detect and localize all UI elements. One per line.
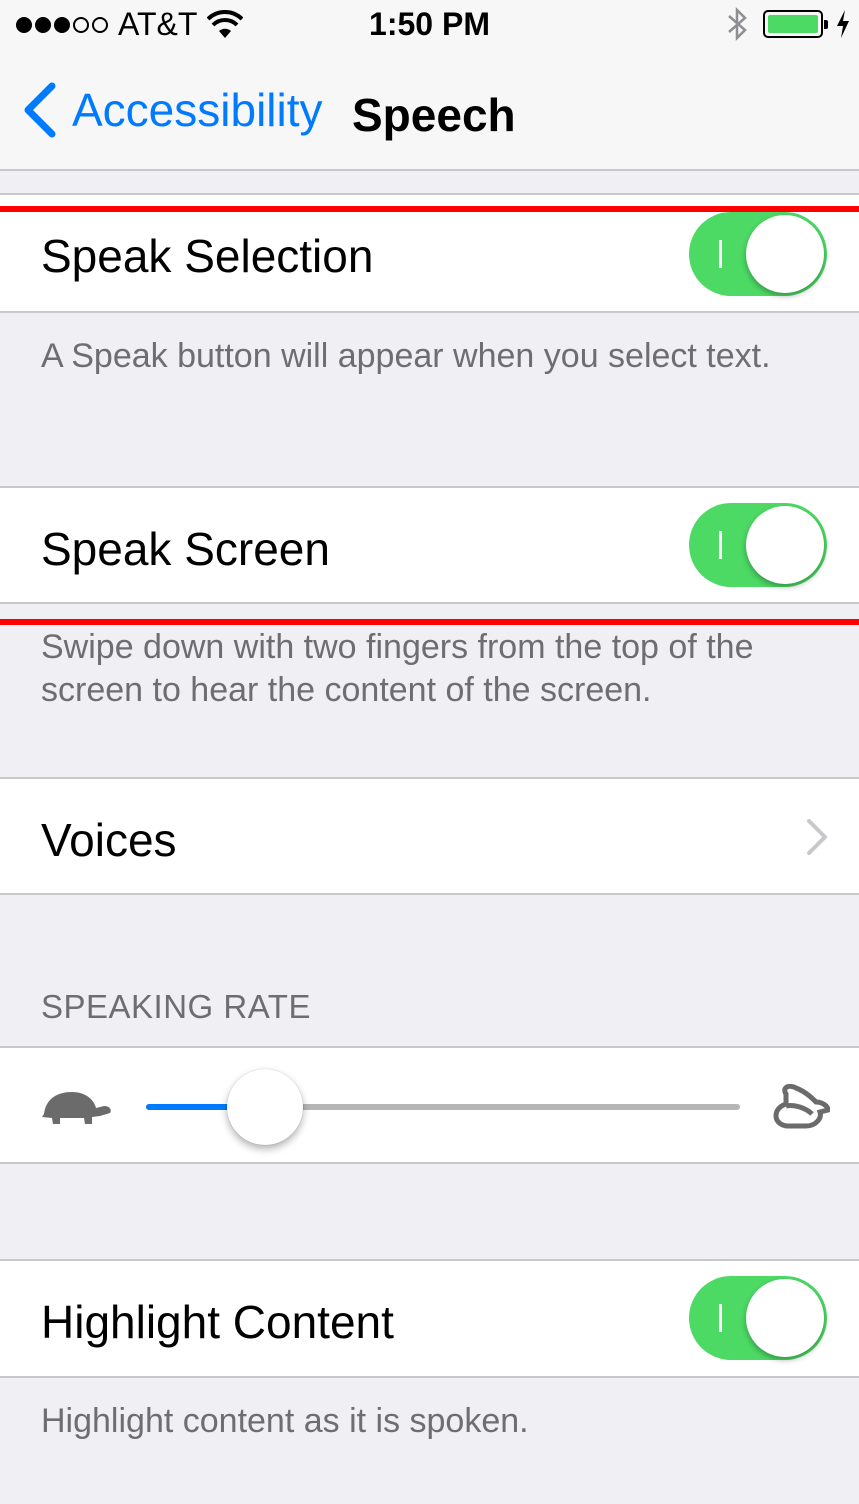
- highlight-content-footer: Highlight content as it is spoken.: [41, 1402, 529, 1440]
- bluetooth-icon: [728, 6, 747, 42]
- toggle-knob: [746, 506, 824, 584]
- speaking-rate-row: [0, 1046, 859, 1164]
- status-right: [725, 6, 851, 42]
- speak-screen-label: Speak Screen: [41, 523, 330, 575]
- status-bar: AT&T 1:50 PM: [0, 0, 859, 50]
- charging-bolt-icon: [837, 10, 849, 38]
- speaking-rate-slider[interactable]: [146, 1069, 740, 1145]
- battery-level: [768, 15, 818, 33]
- speak-selection-footer: A Speak button will appear when you sele…: [41, 337, 771, 375]
- chevron-left-icon: [24, 82, 56, 138]
- hare-icon: [773, 1084, 830, 1129]
- highlight-content-toggle[interactable]: [689, 1276, 827, 1360]
- toggle-knob: [746, 1279, 824, 1357]
- speak-selection-label: Speak Selection: [41, 230, 374, 282]
- back-button-label: Accessibility: [72, 84, 323, 136]
- chevron-right-icon: [807, 819, 827, 855]
- speak-selection-toggle[interactable]: [689, 212, 827, 296]
- speak-screen-footer: Swipe down with two fingers from the top…: [41, 628, 754, 709]
- speak-screen-toggle[interactable]: [689, 503, 827, 587]
- speaking-rate-header: SPEAKING RATE: [41, 988, 311, 1025]
- voices-label: Voices: [41, 814, 177, 866]
- page-title: Speech: [352, 89, 516, 141]
- turtle-icon: [42, 1092, 111, 1124]
- highlight-content-row: Highlight Content: [0, 1259, 859, 1378]
- voices-row[interactable]: Voices: [0, 777, 859, 895]
- speak-selection-row: Speak Selection: [0, 195, 859, 313]
- battery-icon: [763, 10, 828, 38]
- toggle-knob: [746, 215, 824, 293]
- annotation-red-line-top: [0, 206, 859, 212]
- highlight-content-label: Highlight Content: [41, 1296, 394, 1348]
- speak-screen-row: Speak Screen: [0, 486, 859, 604]
- slider-thumb[interactable]: [226, 1069, 303, 1145]
- back-button[interactable]: Accessibility: [20, 80, 323, 140]
- navigation-bar: Accessibility Speech: [0, 50, 859, 171]
- annotation-red-line-bottom: [0, 619, 859, 625]
